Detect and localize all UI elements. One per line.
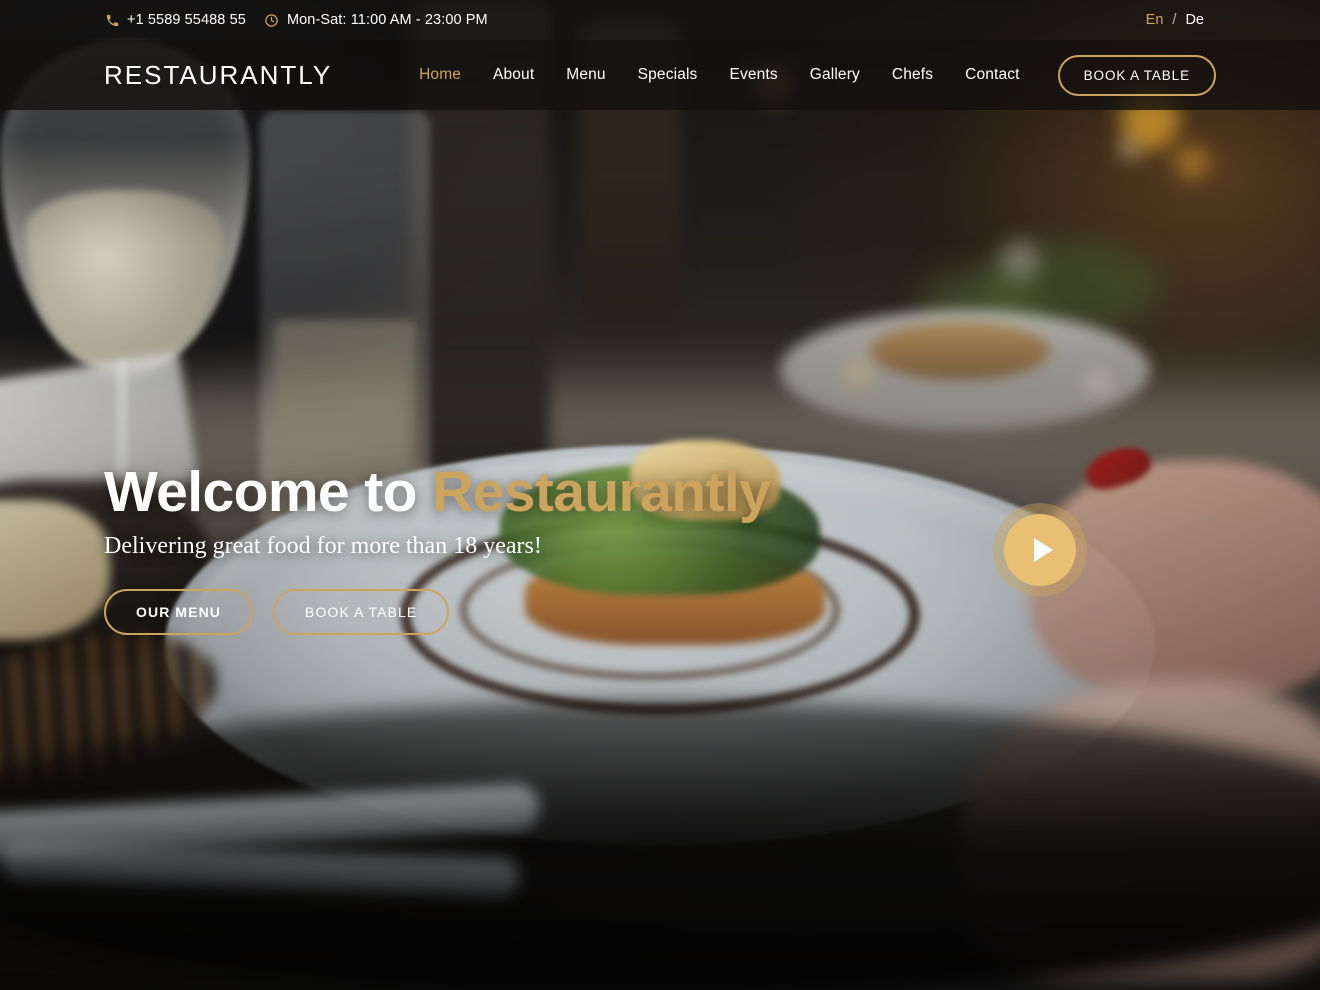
- site-logo[interactable]: RESTAURANTLY: [104, 60, 332, 91]
- clock-icon: [264, 12, 280, 28]
- hero-content: Welcome to Restaurantly Delivering great…: [104, 462, 1004, 636]
- lang-option-en[interactable]: En: [1146, 12, 1164, 28]
- language-switcher: En / De: [1146, 12, 1290, 28]
- nav-item-about[interactable]: About: [477, 66, 550, 84]
- hero-buttons: OUR MENU BOOK A TABLE: [104, 589, 1004, 636]
- main-navigation: Home About Menu Specials Events Gallery …: [403, 54, 1320, 96]
- nav-item-menu[interactable]: Menu: [550, 66, 621, 84]
- site-header: RESTAURANTLY Home About Menu Specials Ev…: [0, 40, 1320, 110]
- nav-item-specials[interactable]: Specials: [622, 66, 714, 84]
- opening-hours: Mon-Sat: 11:00 AM - 23:00 PM: [286, 12, 488, 28]
- nav-item-events[interactable]: Events: [713, 66, 793, 84]
- phone-group: +1 5589 55488 55: [104, 12, 246, 28]
- hero-title-accent: Restaurantly: [432, 460, 771, 524]
- top-contact-bar: +1 5589 55488 55 Mon-Sat: 11:00 AM - 23:…: [0, 0, 1320, 40]
- play-icon: [1004, 514, 1076, 586]
- play-video-button[interactable]: [993, 503, 1087, 597]
- play-triangle: [1033, 538, 1053, 562]
- lang-option-de[interactable]: De: [1185, 12, 1204, 28]
- nav-item-contact[interactable]: Contact: [949, 66, 1035, 84]
- nav-item-home[interactable]: Home: [403, 66, 477, 84]
- nav-item-chefs[interactable]: Chefs: [876, 66, 949, 84]
- hero-subtitle: Delivering great food for more than 18 y…: [104, 533, 542, 560]
- hero-title-plain: Welcome to: [104, 460, 433, 524]
- our-menu-button[interactable]: OUR MENU: [104, 589, 254, 636]
- nav-item-gallery[interactable]: Gallery: [794, 66, 876, 84]
- hero-book-a-table-button[interactable]: BOOK A TABLE: [273, 589, 450, 636]
- hours-group: Mon-Sat: 11:00 AM - 23:00 PM: [264, 12, 488, 28]
- lang-separator: /: [1172, 12, 1177, 28]
- hero-title: Welcome to Restaurantly: [104, 462, 1004, 522]
- phone-icon: [104, 12, 120, 28]
- header-book-a-table-button[interactable]: BOOK A TABLE: [1057, 54, 1216, 96]
- phone-number[interactable]: +1 5589 55488 55: [127, 12, 246, 28]
